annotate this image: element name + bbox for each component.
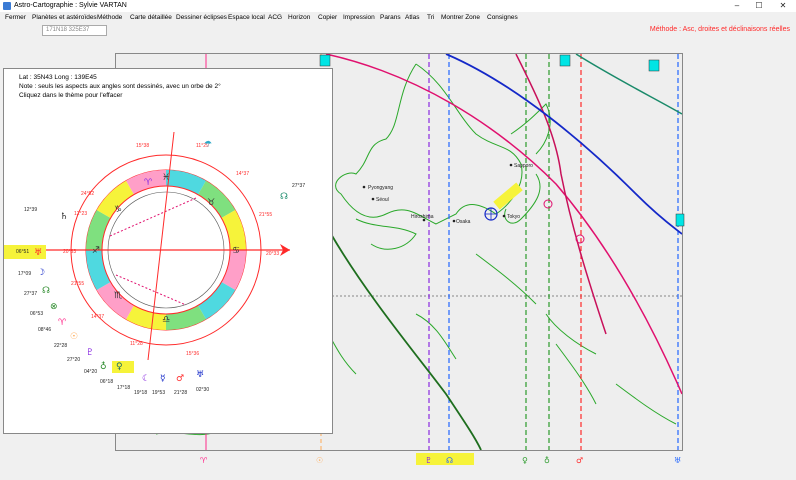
svg-text:14°37: 14°37	[236, 171, 249, 177]
svg-text:♅: ♅	[674, 456, 681, 465]
svg-text:06°51: 06°51	[16, 249, 29, 255]
natal-chart-panel[interactable]: Lat : 35N43 Long : 139E45 Note : seuls l…	[3, 68, 333, 434]
rising-setting-curves	[325, 54, 682, 450]
svg-text:04°20: 04°20	[84, 369, 97, 375]
svg-text:☾: ☾	[142, 374, 150, 384]
menu-parans[interactable]: Parans	[380, 14, 401, 21]
svg-text:Hiroshima: Hiroshima	[411, 214, 434, 220]
svg-text:♁: ♁	[544, 456, 550, 465]
svg-text:♏: ♏	[114, 291, 122, 301]
svg-text:27°20: 27°20	[67, 357, 80, 363]
menu-atlas[interactable]: Atlas	[405, 14, 419, 21]
svg-text:☊: ☊	[446, 456, 453, 465]
svg-text:20°33: 20°33	[63, 249, 76, 255]
svg-text:19°53: 19°53	[152, 390, 165, 396]
svg-text:27°37: 27°37	[292, 183, 305, 189]
svg-text:☊: ☊	[42, 286, 50, 296]
svg-text:♁: ♁	[100, 361, 107, 372]
svg-text:12°23: 12°23	[74, 211, 87, 217]
menu-fermer[interactable]: Fermer	[5, 14, 26, 21]
svg-text:♈: ♈	[144, 178, 153, 188]
menu-carte-detaillee[interactable]: Carte détaillée	[130, 14, 172, 21]
svg-text:17°09: 17°09	[18, 271, 31, 277]
menu-tri[interactable]: Tri	[427, 14, 434, 21]
title-bar: Astro-Cartographie : Sylvie VARTAN – ☐ ✕	[0, 0, 796, 12]
svg-text:06°18: 06°18	[100, 379, 113, 385]
svg-text:24°52: 24°52	[81, 191, 94, 197]
svg-text:♂: ♂	[576, 456, 583, 465]
menu-espace-local[interactable]: Espace local	[228, 14, 265, 21]
window-title: Astro-Cartographie : Sylvie VARTAN	[14, 2, 127, 9]
svg-text:Osaka: Osaka	[456, 219, 471, 225]
svg-text:02°30: 02°30	[196, 387, 209, 393]
menu-montrer-zone[interactable]: Montrer Zone	[441, 14, 480, 21]
svg-text:♐: ♐	[92, 246, 100, 256]
svg-text:♈: ♈	[58, 318, 67, 328]
menu-bar: Fermer Planètes et astéroïdes Méthode Ca…	[0, 13, 796, 24]
svg-text:Tokyo: Tokyo	[507, 214, 520, 220]
app-icon	[3, 2, 11, 10]
svg-text:22°28: 22°28	[54, 343, 67, 349]
svg-text:♇: ♇	[425, 456, 432, 465]
minimize-button[interactable]: –	[726, 0, 748, 12]
svg-text:08°46: 08°46	[38, 327, 51, 333]
svg-text:♀: ♀	[522, 456, 528, 465]
svg-text:06°53: 06°53	[30, 311, 43, 317]
method-note: Méthode : Asc, droites et déclinaisons r…	[649, 26, 790, 33]
svg-text:⊗: ⊗	[50, 302, 58, 312]
svg-text:♇: ♇	[86, 348, 94, 358]
svg-text:15°36: 15°36	[186, 351, 199, 357]
svg-text:♉: ♉	[207, 198, 215, 208]
svg-text:17°18: 17°18	[117, 385, 130, 391]
svg-text:♑: ♑	[114, 205, 122, 215]
menu-dessiner-eclipses[interactable]: Dessiner éclipses	[176, 14, 227, 21]
svg-text:20°33: 20°33	[266, 251, 279, 257]
maximize-button[interactable]: ☐	[748, 0, 770, 12]
svg-text:☽: ☽	[37, 268, 45, 278]
svg-text:14°37: 14°37	[91, 314, 104, 320]
svg-text:19°18: 19°18	[134, 390, 147, 396]
natal-wheel[interactable]: ♓♈ ♉♋♐ ♑♏♎ 15°38 11°29 14°37 21°55 20°33…	[4, 69, 332, 433]
svg-text:☉: ☉	[316, 456, 323, 465]
svg-text:☊: ☊	[280, 192, 288, 202]
svg-text:♅: ♅	[196, 370, 204, 380]
svg-text:Sapporo: Sapporo	[514, 163, 533, 169]
svg-text:12°39: 12°39	[24, 207, 37, 213]
svg-text:21°55: 21°55	[259, 212, 272, 218]
coordinates-field[interactable]: 171N18 325E37	[42, 25, 107, 36]
svg-text:Pyongyang: Pyongyang	[368, 185, 393, 191]
menu-copier[interactable]: Copier	[318, 14, 337, 21]
menu-acg[interactable]: ACG	[268, 14, 282, 21]
svg-text:♎: ♎	[162, 315, 170, 325]
svg-text:21°55: 21°55	[71, 281, 84, 287]
svg-text:☿: ☿	[160, 374, 166, 384]
menu-planetes[interactable]: Planètes et astéroïdes	[32, 14, 97, 21]
svg-text:15°38: 15°38	[136, 143, 149, 149]
svg-text:21°28: 21°28	[174, 390, 187, 396]
svg-text:♈: ♈	[200, 456, 207, 465]
menu-consignes[interactable]: Consignes	[487, 14, 518, 21]
menu-impression[interactable]: Impression	[343, 14, 375, 21]
svg-text:☉: ☉	[70, 332, 78, 342]
svg-text:11°28: 11°28	[130, 341, 143, 347]
svg-text:♂: ♂	[176, 374, 184, 384]
close-button[interactable]: ✕	[772, 0, 794, 12]
svg-text:♓: ♓	[162, 173, 170, 183]
svg-text:☂: ☂	[204, 140, 212, 150]
svg-text:♋: ♋	[232, 246, 240, 256]
svg-text:27°37: 27°37	[24, 291, 37, 297]
menu-horizon[interactable]: Horizon	[288, 14, 310, 21]
svg-text:Séoul: Séoul	[376, 197, 389, 203]
svg-text:♄: ♄	[60, 212, 68, 222]
menu-methode[interactable]: Méthode	[97, 14, 122, 21]
svg-text:♀: ♀	[116, 362, 123, 372]
svg-text:♅: ♅	[34, 248, 42, 258]
